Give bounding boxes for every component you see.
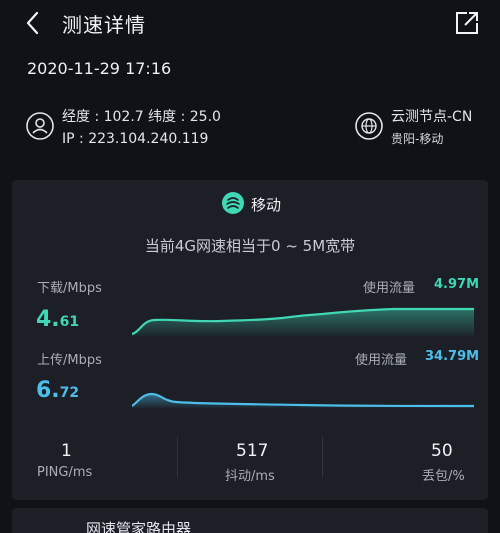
operator-name: 移动 [251, 196, 282, 214]
download-speed-dec: 61 [59, 314, 80, 330]
download-speed-graph [132, 307, 474, 336]
download-usage-value: 4.97M [434, 277, 480, 292]
router-promo-title: 网速管家路由器 [86, 520, 192, 533]
jitter-label: 抖动/ms [225, 469, 275, 484]
test-node-name: 云测节点-CN [391, 109, 473, 125]
jitter-value: 517 [236, 441, 269, 461]
upload-speed: 6.72 [36, 378, 79, 403]
page-title: 测速详情 [62, 13, 146, 37]
upload-usage-value: 34.79M [425, 349, 480, 364]
upload-speed-dec: 72 [59, 385, 80, 401]
ping-value: 1 [61, 441, 72, 461]
download-speed: 4.61 [36, 307, 79, 332]
stat-divider [322, 437, 323, 477]
china-mobile-logo-icon [222, 192, 244, 214]
globe-icon [355, 112, 383, 140]
packet-loss-value: 50 [431, 441, 453, 461]
test-datetime: 2020-11-29 17:16 [27, 59, 172, 78]
upload-speed-graph [132, 392, 474, 408]
stat-divider [177, 437, 178, 477]
download-label: 下载/Mbps [37, 281, 102, 296]
upload-label: 上传/Mbps [37, 353, 102, 368]
ping-label: PING/ms [37, 465, 93, 480]
app-header: 测速详情 [0, 0, 500, 46]
download-speed-int: 4. [36, 307, 60, 332]
packet-loss-label: 丢包/% [422, 469, 465, 484]
test-node-region: 贵阳-移动 [391, 132, 444, 146]
upload-speed-int: 6. [36, 378, 60, 403]
bandwidth-note: 当前4G网速相当于0 ~ 5M宽带 [144, 237, 356, 255]
ip-address: IP : 223.104.240.119 [62, 131, 209, 147]
share-icon[interactable] [454, 10, 480, 36]
coordinates: 经度 : 102.7 纬度 : 25.0 [62, 109, 221, 125]
router-promo-card[interactable] [12, 508, 488, 533]
user-location-icon [26, 112, 54, 140]
back-arrow-icon[interactable] [22, 11, 46, 35]
